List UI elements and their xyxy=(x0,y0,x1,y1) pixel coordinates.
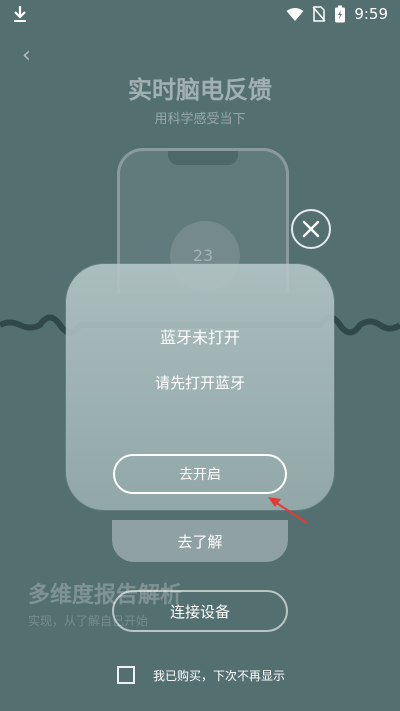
page-title: 实时脑电反馈 xyxy=(128,76,272,104)
page-subtitle: 用科学感受当下 xyxy=(154,112,246,127)
download-icon xyxy=(14,6,26,22)
close-icon xyxy=(302,220,320,238)
bluetooth-dialog: 蓝牙未打开 请先打开蓝牙 去开启 xyxy=(66,264,334,510)
learn-more-button[interactable]: 去了解 xyxy=(112,520,288,562)
phone-notch xyxy=(168,151,238,165)
dont-show-again-row[interactable]: 我已购买，下次不再显示 xyxy=(117,664,285,686)
enable-bluetooth-button[interactable]: 去开启 xyxy=(113,454,287,494)
dialog-message: 请先打开蓝牙 xyxy=(154,374,245,392)
dont-show-again-label: 我已购买，下次不再显示 xyxy=(153,668,286,683)
status-time: 9:59 xyxy=(354,5,388,23)
connect-device-button[interactable]: 连接设备 xyxy=(112,590,288,632)
status-bar: 9:59 xyxy=(0,0,400,28)
dialog-title: 蓝牙未打开 xyxy=(159,328,240,347)
no-sim-icon xyxy=(312,6,326,22)
wifi-icon xyxy=(286,7,304,21)
battery-icon xyxy=(335,5,346,23)
dont-show-again-checkbox[interactable] xyxy=(117,666,135,684)
phone-gauge-value: 23 xyxy=(192,246,214,265)
back-icon[interactable]: ‹ xyxy=(22,44,46,68)
close-button[interactable] xyxy=(291,209,331,249)
